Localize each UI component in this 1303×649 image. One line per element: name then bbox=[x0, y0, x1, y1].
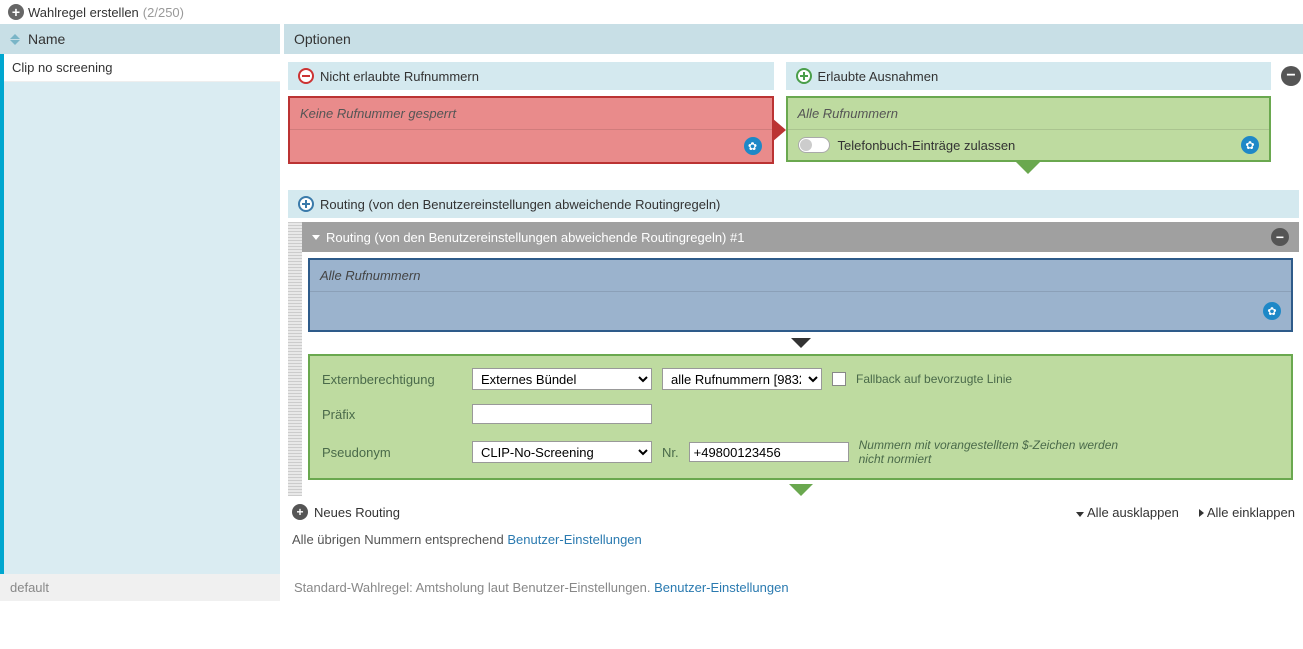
allowed-exceptions-box: Alle Rufnummern Telefonbuch-Einträge zul… bbox=[786, 96, 1272, 162]
nr-label: Nr. bbox=[662, 445, 679, 460]
routing-all-numbers: Alle Rufnummern bbox=[310, 260, 1291, 292]
remove-routing-icon[interactable]: − bbox=[1271, 228, 1289, 246]
sidebar-item-label: Clip no screening bbox=[12, 60, 112, 75]
name-header-label: Name bbox=[28, 31, 65, 47]
blocked-numbers-box: Keine Rufnummer gesperrt ✿ bbox=[288, 96, 774, 164]
extern-label: Externberechtigung bbox=[322, 372, 462, 387]
routing-header: Routing (von den Benutzereinstellungen a… bbox=[288, 190, 1299, 218]
collapse-all-button[interactable]: Alle einklappen bbox=[1199, 505, 1295, 520]
routing-sub-title: Routing (von den Benutzereinstellungen a… bbox=[326, 230, 744, 245]
nr-hint: Nummern mit vorangestelltem $-Zeichen we… bbox=[859, 438, 1139, 466]
sidebar-item-rule[interactable]: Clip no screening bbox=[4, 54, 280, 82]
drag-handle[interactable] bbox=[288, 222, 302, 496]
allowed-exceptions-header: Erlaubte Ausnahmen bbox=[786, 62, 1272, 90]
arrow-down-icon bbox=[1016, 162, 1040, 174]
blocked-title: Nicht erlaubte Rufnummern bbox=[320, 69, 479, 84]
user-settings-link[interactable]: Benutzer-Einstellungen bbox=[654, 580, 788, 595]
create-rule-label[interactable]: Wahlregel erstellen bbox=[28, 5, 139, 20]
blocked-numbers-header: Nicht erlaubte Rufnummern bbox=[288, 62, 774, 90]
rule-count: (2/250) bbox=[143, 5, 184, 20]
rules-sidebar: Clip no screening bbox=[0, 54, 280, 574]
allowed-all-text: Alle Rufnummern bbox=[788, 98, 1270, 130]
routing-numbers-box: Alle Rufnummern ✿ bbox=[308, 258, 1293, 332]
routing-sub-header[interactable]: Routing (von den Benutzereinstellungen a… bbox=[302, 222, 1299, 252]
add-icon[interactable]: + bbox=[8, 4, 24, 20]
arrow-down-icon bbox=[791, 338, 811, 348]
fallback-checkbox[interactable] bbox=[832, 372, 846, 386]
gear-icon[interactable]: ✿ bbox=[744, 137, 762, 155]
sort-icon[interactable] bbox=[10, 32, 24, 46]
prefix-input[interactable] bbox=[472, 404, 652, 424]
arrow-right-icon bbox=[772, 118, 786, 142]
phonebook-label: Telefonbuch-Einträge zulassen bbox=[838, 138, 1016, 153]
gear-icon[interactable]: ✿ bbox=[1263, 302, 1281, 320]
arrow-down-icon bbox=[789, 484, 813, 496]
top-bar: + Wahlregel erstellen (2/250) bbox=[0, 0, 1303, 24]
default-rule-name[interactable]: default bbox=[0, 574, 280, 601]
new-routing-button[interactable]: Neues Routing bbox=[314, 505, 400, 520]
phonebook-toggle[interactable] bbox=[798, 137, 830, 153]
pseudonym-label: Pseudonym bbox=[322, 445, 462, 460]
rest-numbers-text: Alle übrigen Nummern entsprechend Benutz… bbox=[288, 528, 1299, 551]
user-settings-link[interactable]: Benutzer-Einstellungen bbox=[507, 532, 641, 547]
remove-rule-icon[interactable]: − bbox=[1281, 66, 1301, 86]
fallback-label: Fallback auf bevorzugte Linie bbox=[856, 372, 1012, 386]
nr-input[interactable] bbox=[689, 442, 849, 462]
add-routing-icon[interactable]: + bbox=[292, 504, 308, 520]
allowed-title: Erlaubte Ausnahmen bbox=[818, 69, 939, 84]
minus-icon bbox=[298, 68, 314, 84]
routing-title: Routing (von den Benutzereinstellungen a… bbox=[320, 197, 720, 212]
name-column-header[interactable]: Name bbox=[0, 24, 280, 54]
blocked-empty-text: Keine Rufnummer gesperrt bbox=[290, 98, 772, 130]
options-header-label: Optionen bbox=[294, 31, 351, 47]
bundle-select[interactable]: alle Rufnummern [98322 bbox=[662, 368, 822, 390]
extern-select[interactable]: Externes Bündel bbox=[472, 368, 652, 390]
plus-icon bbox=[298, 196, 314, 212]
plus-icon bbox=[796, 68, 812, 84]
prefix-label: Präfix bbox=[322, 407, 462, 422]
routing-form: Externberechtigung Externes Bündel alle … bbox=[308, 354, 1293, 480]
gear-icon[interactable]: ✿ bbox=[1241, 136, 1259, 154]
pseudonym-select[interactable]: CLIP-No-Screening bbox=[472, 441, 652, 463]
options-column-header: Optionen bbox=[284, 24, 1303, 54]
expand-all-button[interactable]: Alle ausklappen bbox=[1076, 505, 1179, 520]
default-rule-text: Standard-Wahlregel: Amtsholung laut Benu… bbox=[284, 574, 1303, 601]
chevron-down-icon[interactable] bbox=[312, 235, 320, 240]
